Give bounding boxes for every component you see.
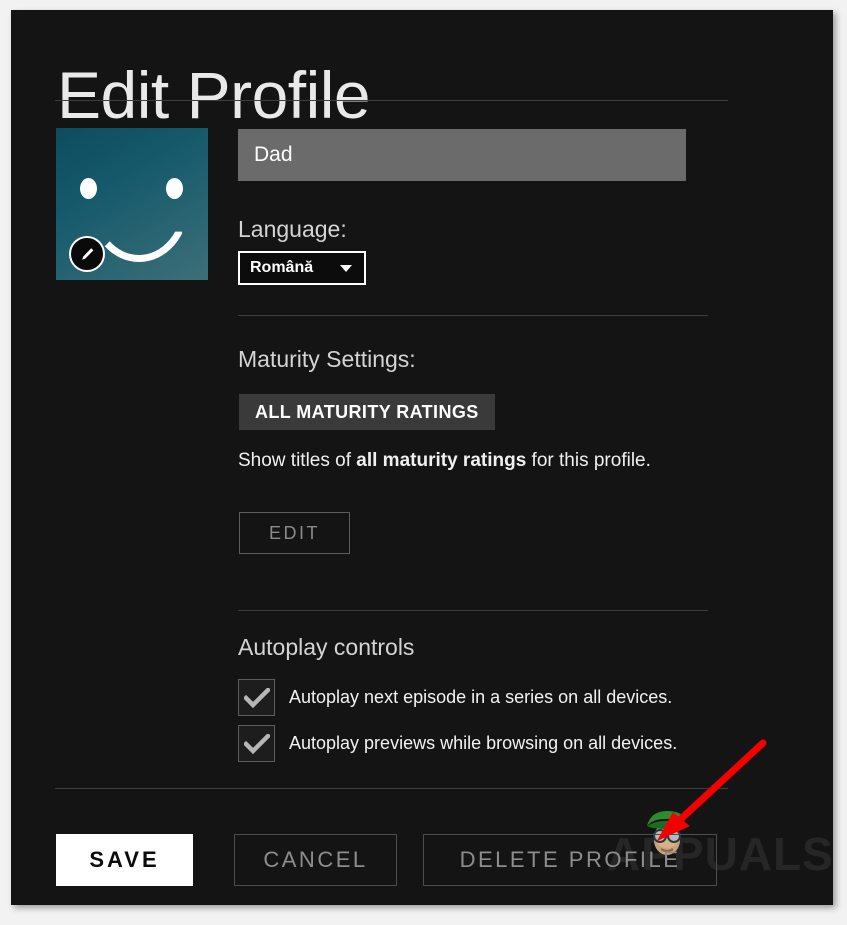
avatar-eye-left-icon (80, 178, 97, 199)
maturity-settings-label: Maturity Settings: (238, 346, 416, 373)
cancel-button[interactable]: CANCEL (234, 834, 397, 886)
maturity-description-strong: all maturity ratings (356, 450, 526, 471)
autoplay-previews-label: Autoplay previews while browsing on all … (289, 733, 677, 754)
save-button[interactable]: SAVE (56, 834, 193, 886)
delete-profile-button[interactable]: DELETE PROFILE (423, 834, 717, 886)
maturity-description-suffix: for this profile. (526, 450, 651, 471)
maturity-description: Show titles of all maturity ratings for … (238, 450, 651, 472)
chevron-down-icon (340, 265, 352, 272)
page-title: Edit Profile (57, 62, 370, 128)
avatar-edit-badge[interactable] (69, 236, 105, 272)
maturity-edit-button[interactable]: EDIT (239, 512, 350, 554)
avatar-eye-right-icon (166, 178, 183, 199)
divider-top (55, 100, 728, 101)
autoplay-previews-row[interactable]: Autoplay previews while browsing on all … (238, 725, 677, 762)
autoplay-next-episode-row[interactable]: Autoplay next episode in a series on all… (238, 679, 672, 716)
maturity-rating-badge: ALL MATURITY RATINGS (239, 394, 495, 430)
check-icon (244, 688, 270, 708)
autoplay-controls-label: Autoplay controls (238, 634, 414, 661)
autoplay-next-episode-checkbox[interactable] (238, 679, 275, 716)
language-select[interactable]: Română (238, 251, 366, 285)
autoplay-previews-checkbox[interactable] (238, 725, 275, 762)
pencil-icon (79, 246, 96, 263)
divider-footer (55, 788, 728, 789)
edit-profile-page: APPUALS wsxdn.com Edit Profile (11, 10, 833, 905)
language-label: Language: (238, 216, 347, 243)
screenshot-frame: APPUALS wsxdn.com Edit Profile (0, 0, 847, 925)
profile-name-input[interactable] (238, 129, 686, 181)
check-icon (244, 734, 270, 754)
autoplay-next-episode-label: Autoplay next episode in a series on all… (289, 687, 672, 708)
language-selected-value: Română (250, 259, 340, 277)
maturity-description-prefix: Show titles of (238, 450, 356, 471)
divider-maturity (238, 315, 708, 316)
profile-avatar[interactable] (56, 128, 208, 280)
divider-autoplay (238, 610, 708, 611)
